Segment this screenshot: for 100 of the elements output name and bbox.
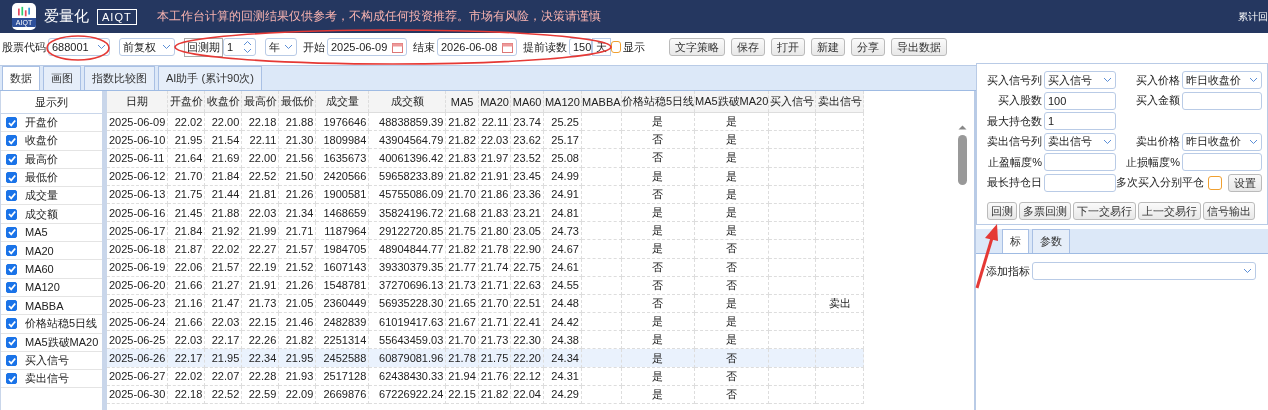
form-select[interactable]: 昨日收盘价 bbox=[1182, 132, 1262, 151]
table-row[interactable]: 2025-06-24 21.66 22.03 22.15 21.46 2482839 61019417.63 21.67 21.71 22.41 24.42 是 是 bbox=[107, 312, 864, 331]
column-checkbox[interactable] bbox=[6, 300, 17, 312]
calendar-icon[interactable] bbox=[392, 41, 403, 53]
column-label: 开盘价 bbox=[25, 115, 58, 131]
tab[interactable]: 画图 bbox=[43, 66, 81, 90]
table-row[interactable]: 2025-06-12 21.70 21.84 22.52 21.50 2420566 59658233.89 21.82 21.91 23.45 24.99 是 是 bbox=[107, 167, 864, 186]
table-cell: 21.65 bbox=[448, 297, 476, 310]
toolbar-button[interactable]: 分享 bbox=[851, 38, 885, 56]
spinner-arrows-icon[interactable] bbox=[243, 40, 252, 54]
table-cell: 否 bbox=[652, 133, 664, 146]
table-cell: 21.27 bbox=[211, 279, 240, 292]
table-row[interactable]: 2025-06-11 21.64 21.69 22.00 21.56 1635673 40061396.42 21.83 21.97 23.52 25.08 否 是 bbox=[107, 148, 864, 168]
column-checkbox[interactable] bbox=[6, 172, 17, 184]
table-row[interactable]: 2025-06-30 22.18 22.52 22.59 22.09 2669876 67226922.24 22.15 21.82 22.04 24.29 是 否 bbox=[107, 385, 864, 404]
column-header[interactable]: 收盘价 bbox=[204, 91, 242, 113]
column-header[interactable]: 卖出信号 bbox=[815, 91, 864, 113]
table-row[interactable]: 2025-06-19 22.06 21.57 22.19 21.52 1607143 39330379.35 21.77 21.74 22.75 24.61 否 否 bbox=[107, 258, 864, 277]
column-checkbox[interactable] bbox=[6, 208, 17, 220]
form-select[interactable]: 昨日收盘价 bbox=[1182, 71, 1262, 90]
column-checkbox[interactable] bbox=[6, 153, 17, 165]
column-header[interactable]: 最低价 bbox=[278, 91, 316, 113]
table-cell: 是 bbox=[652, 115, 664, 128]
column-header[interactable]: 最高价 bbox=[241, 91, 279, 113]
table-cell: 24.67 bbox=[551, 242, 579, 255]
column-checkbox[interactable] bbox=[6, 117, 17, 129]
table-cell: 21.71 bbox=[285, 224, 314, 237]
adjust-select[interactable]: 前复权 bbox=[119, 38, 175, 56]
column-header[interactable]: MA120 bbox=[543, 91, 582, 113]
columns-panel-title: 显示列 bbox=[1, 91, 102, 114]
form-checkbox[interactable] bbox=[1208, 175, 1222, 190]
action-button[interactable]: 回测 bbox=[987, 202, 1017, 220]
table-row[interactable]: 2025-06-18 21.87 22.02 22.27 21.57 1984705 48904844.77 21.82 21.78 22.90 24.67 是 否 bbox=[107, 239, 864, 258]
column-checkbox[interactable] bbox=[6, 318, 17, 330]
column-checkbox[interactable] bbox=[6, 226, 17, 238]
settings-button[interactable]: 设置 bbox=[1228, 173, 1262, 192]
toolbar-button[interactable]: 打开 bbox=[771, 38, 805, 56]
table-cell: 22.63 bbox=[513, 279, 541, 292]
column-header[interactable]: MA5跌破MA20 bbox=[694, 91, 769, 113]
table-row[interactable]: 2025-06-20 21.66 21.27 21.91 21.26 1548781 37270696.13 21.73 21.71 22.63 24.55 否 否 bbox=[107, 276, 864, 295]
column-header[interactable]: MA60 bbox=[510, 91, 544, 113]
form-input[interactable] bbox=[1044, 173, 1116, 192]
column-checkbox[interactable] bbox=[6, 135, 17, 147]
column-checkbox[interactable] bbox=[6, 263, 17, 275]
action-button[interactable]: 信号输出 bbox=[1203, 202, 1255, 220]
column-checkbox[interactable] bbox=[6, 245, 17, 257]
table-cell: 是 bbox=[652, 242, 664, 255]
column-header[interactable]: MABBA bbox=[581, 91, 622, 113]
action-button[interactable]: 多票回测 bbox=[1019, 202, 1071, 220]
form-select[interactable]: 买入信号 bbox=[1044, 71, 1116, 90]
table-row[interactable]: 2025-06-16 21.45 21.88 22.03 21.34 1468659 35824196.72 21.68 21.83 23.21 24.81 是 是 bbox=[107, 203, 864, 222]
column-checkbox[interactable] bbox=[6, 373, 17, 385]
column-header[interactable]: 成交量 bbox=[315, 91, 369, 113]
form-input[interactable] bbox=[1182, 91, 1262, 110]
column-header[interactable]: 开盘价 bbox=[167, 91, 205, 113]
action-button[interactable]: 上一交易行 bbox=[1138, 202, 1201, 220]
table-cell: 22.19 bbox=[248, 261, 277, 274]
table-row[interactable]: 2025-06-17 21.84 21.92 21.99 21.71 1187964 29122720.85 21.75 21.80 23.05 24.73 是 是 bbox=[107, 221, 864, 240]
period-spinner[interactable]: 1 bbox=[223, 38, 256, 56]
column-header[interactable]: 日期 bbox=[107, 91, 168, 113]
form-input[interactable]: 1 bbox=[1044, 112, 1116, 131]
start-date-field[interactable]: 2025-06-09 bbox=[327, 38, 407, 56]
show-checkbox[interactable] bbox=[611, 41, 621, 53]
scroll-up-icon[interactable] bbox=[957, 124, 967, 130]
tab[interactable]: 标 bbox=[1002, 229, 1029, 253]
tab[interactable]: AI助手 (累计90次) bbox=[158, 66, 262, 90]
table-row[interactable]: 2025-06-10 21.95 21.54 22.11 21.30 1809984 43904564.79 21.82 22.03 23.62 25.17 否 是 bbox=[107, 130, 864, 149]
toolbar-button[interactable]: 新建 bbox=[811, 38, 845, 56]
column-checkbox[interactable] bbox=[6, 190, 17, 202]
period-unit-select[interactable]: 年 bbox=[265, 38, 297, 56]
column-checkbox[interactable] bbox=[6, 355, 17, 366]
column-header[interactable]: 买入信号 bbox=[768, 91, 816, 113]
table-cell: 35824196.72 bbox=[379, 206, 444, 219]
table-row[interactable]: 2025-06-27 22.02 22.07 22.28 21.93 2517128 62438430.33 21.94 21.76 22.12 24.31 是 否 bbox=[107, 367, 864, 386]
tab[interactable]: 指数比较图 bbox=[84, 66, 155, 90]
table-row[interactable]: 2025-06-25 22.03 22.17 22.26 21.82 2251314 55643459.03 21.70 21.73 22.30 24.38 是 是 bbox=[107, 330, 864, 349]
tab[interactable]: 数据 bbox=[2, 66, 40, 90]
action-button[interactable]: 下一交易行 bbox=[1073, 202, 1136, 220]
toolbar-button[interactable]: 保存 bbox=[731, 38, 765, 56]
column-header[interactable]: MA20 bbox=[478, 91, 511, 113]
table-row[interactable]: 2025-06-23 21.16 21.47 21.73 21.05 2360449 56935228.30 21.65 21.70 22.51 24.48 否 是 卖出 bbox=[107, 294, 864, 313]
form-input[interactable] bbox=[1044, 153, 1116, 172]
end-date-field[interactable]: 2026-06-08 bbox=[437, 38, 517, 56]
form-select[interactable]: 卖出信号 bbox=[1044, 132, 1116, 151]
column-header[interactable]: MA5 bbox=[445, 91, 479, 113]
toolbar-button[interactable]: 文字策略 bbox=[669, 38, 725, 56]
column-header[interactable]: 价格站稳5日线 bbox=[621, 91, 695, 113]
table-row[interactable]: 2025-06-13 21.75 21.44 21.81 21.26 1900581 45755086.09 21.70 21.86 23.36 24.91 否 是 bbox=[107, 185, 864, 204]
table-row[interactable]: 2025-06-26 22.17 21.95 22.34 21.95 2452588 60879081.96 21.78 21.75 22.20 24.34 是 否 bbox=[107, 348, 864, 368]
tab[interactable]: 参数 bbox=[1032, 229, 1070, 253]
form-input[interactable] bbox=[1182, 153, 1262, 172]
toolbar-button[interactable]: 导出数据 bbox=[891, 38, 947, 56]
column-header[interactable]: 成交额 bbox=[368, 91, 446, 113]
column-checkbox[interactable] bbox=[6, 336, 17, 348]
column-checkbox[interactable] bbox=[6, 281, 17, 293]
form-label: 多次买入分别平仓 bbox=[1116, 175, 1203, 191]
form-input[interactable]: 100 bbox=[1044, 91, 1116, 110]
calendar-icon[interactable] bbox=[502, 41, 513, 53]
table-row[interactable]: 2025-06-09 22.02 22.00 22.18 21.88 1976646 48838859.39 21.82 22.11 23.74 25.25 是 是 bbox=[107, 112, 864, 131]
stock-code-select[interactable]: 688001 bbox=[48, 38, 110, 56]
